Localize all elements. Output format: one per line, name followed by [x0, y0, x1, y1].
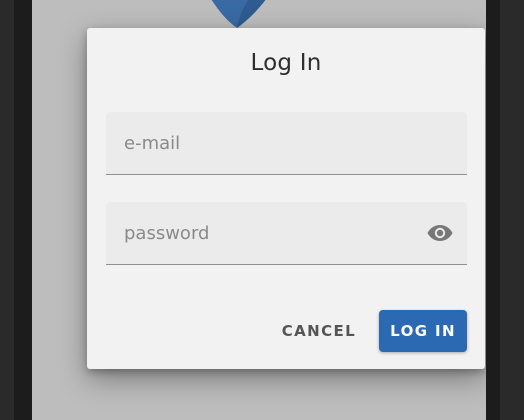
- cancel-button[interactable]: CANCEL: [271, 310, 367, 352]
- app-logo: [211, 0, 266, 28]
- password-field[interactable]: [106, 202, 467, 265]
- device-bezel-left: [14, 0, 32, 420]
- password-input[interactable]: [106, 202, 467, 264]
- dialog-actions: CANCEL LOG IN: [271, 310, 467, 352]
- app-screen: Log In CANCEL LOG IN: [32, 0, 486, 420]
- email-field[interactable]: [106, 112, 467, 175]
- device-frame: Log In CANCEL LOG IN: [0, 0, 524, 420]
- device-bezel-right: [486, 0, 500, 420]
- eye-icon[interactable]: [427, 222, 453, 244]
- login-button[interactable]: LOG IN: [379, 310, 467, 352]
- dialog-title: Log In: [250, 50, 322, 76]
- login-dialog: Log In CANCEL LOG IN: [87, 28, 485, 369]
- email-input[interactable]: [106, 112, 467, 174]
